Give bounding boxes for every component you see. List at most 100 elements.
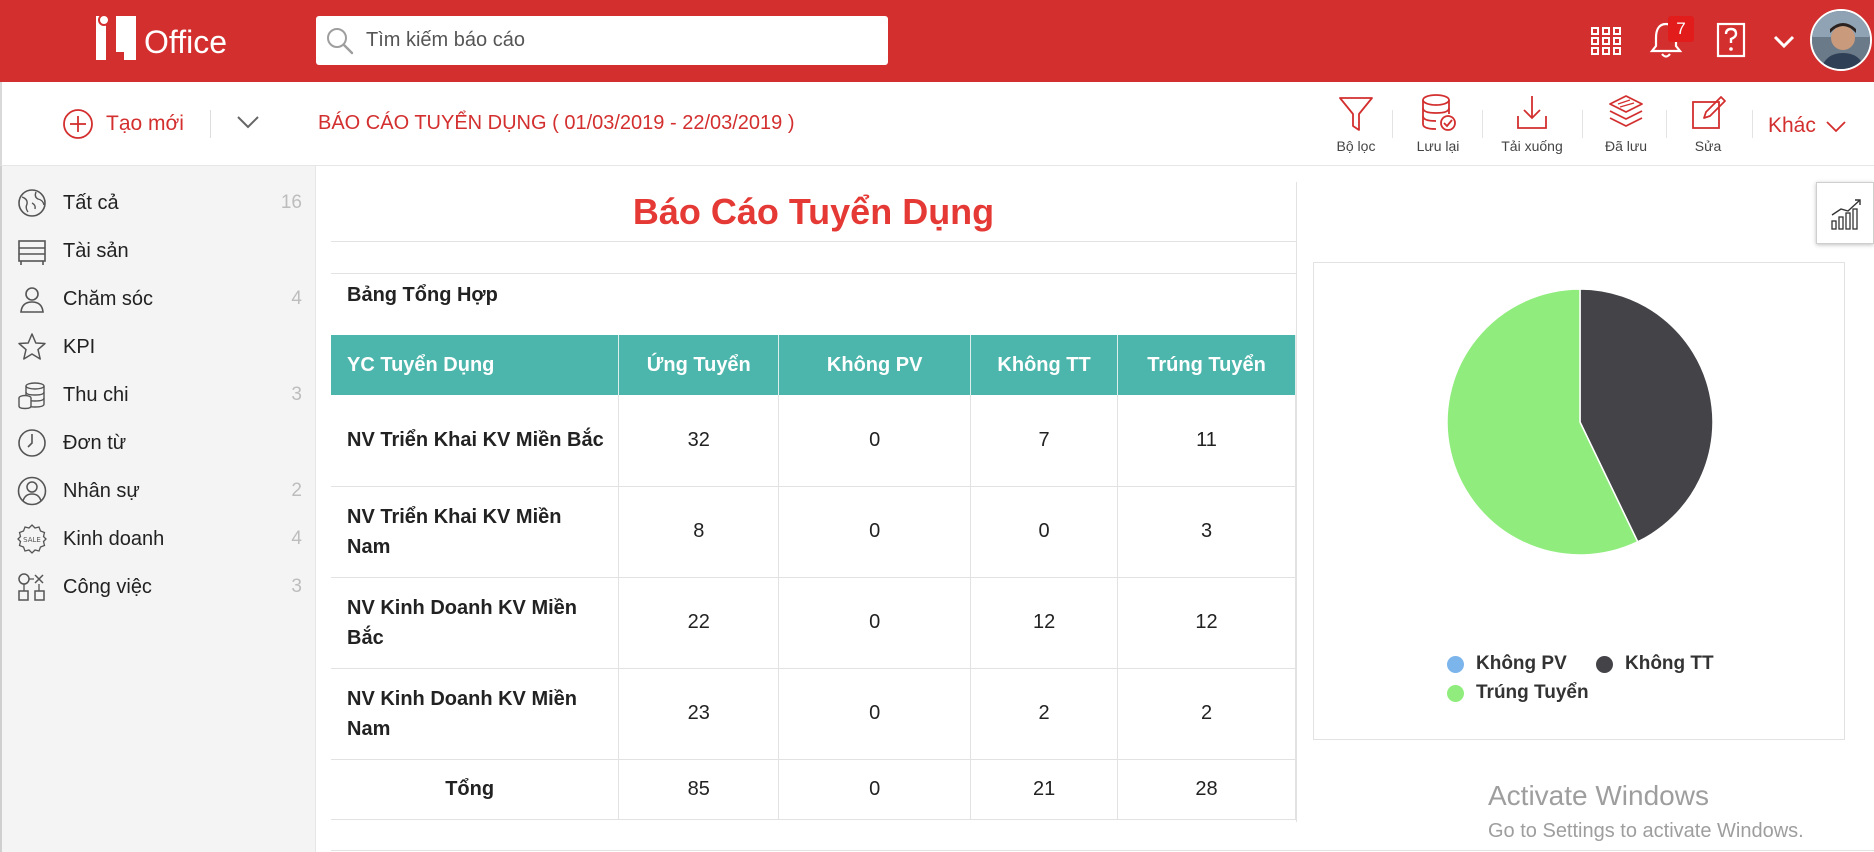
total-not-passed-cell: 21 <box>970 759 1119 820</box>
position-cell: NV Kinh Doanh KV Miền Bắc <box>331 577 620 669</box>
legend-dot <box>1447 684 1464 702</box>
layers-icon <box>1609 95 1643 127</box>
column-header[interactable]: Trúng Tuyển <box>1117 335 1296 395</box>
no-interview-cell: 0 <box>778 395 972 487</box>
download-button[interactable]: Tải xuống <box>1490 92 1574 162</box>
search-icon <box>327 28 354 55</box>
database-save-icon <box>1422 94 1456 131</box>
report-heading-row: Báo Cáo Tuyển Dụng <box>331 182 1296 242</box>
notification-badge: 7 <box>1668 16 1694 42</box>
download-label: Tải xuống <box>1501 138 1563 154</box>
apps-grid-icon[interactable] <box>1586 18 1626 62</box>
sidebar-item-requests[interactable]: Đơn từ <box>2 419 314 467</box>
column-header[interactable]: Không PV <box>778 335 972 395</box>
sidebar-item-kpi[interactable]: KPI <box>2 323 314 371</box>
legend-item-not-passed[interactable]: Không TT <box>1596 653 1714 675</box>
globe-icon <box>18 189 46 217</box>
pie-chart-panel: Không PV Không TT Trúng Tuyển <box>1313 262 1845 740</box>
hired-cell: 3 <box>1117 486 1296 578</box>
app-root: Office 7 <box>0 0 1874 852</box>
column-header[interactable]: Ứng Tuyển <box>618 335 780 395</box>
toolbar-divider <box>210 110 211 138</box>
logo-mark-icon <box>96 14 136 60</box>
table-row: NV Kinh Doanh KV Miền Nam 23 0 2 2 <box>331 668 1296 760</box>
hired-cell: 2 <box>1117 668 1296 760</box>
sidebar-item-count: 4 <box>291 288 302 309</box>
not-passed-cell: 0 <box>970 486 1119 578</box>
summary-table: YC Tuyển Dụng Ứng Tuyển Không PV Không T… <box>331 335 1296 820</box>
coins-icon <box>18 382 45 410</box>
help-icon[interactable] <box>1710 18 1750 62</box>
filter-icon <box>1339 97 1373 131</box>
total-no-interview-cell: 0 <box>778 759 972 820</box>
sidebar-item-finance[interactable]: Thu chi 3 <box>2 371 314 419</box>
chart-toggle-button[interactable] <box>1816 182 1874 244</box>
save-button[interactable]: Lưu lại <box>1396 92 1480 162</box>
sidebar-item-count: 2 <box>291 480 302 501</box>
table-row: NV Triển Khai KV Miền Bắc 32 0 7 11 <box>331 395 1296 487</box>
filter-button[interactable]: Bộ lọc <box>1314 92 1398 162</box>
sidebar-item-all[interactable]: Tất cả 16 <box>2 179 314 227</box>
hired-cell: 11 <box>1117 395 1296 487</box>
svg-text:SALE: SALE <box>23 536 41 544</box>
column-header[interactable]: YC Tuyển Dụng <box>331 335 620 395</box>
sidebar-item-count: 16 <box>280 192 302 213</box>
sidebar-item-label: Tài sản <box>63 239 129 262</box>
hired-cell: 12 <box>1117 577 1296 669</box>
position-cell: NV Kinh Doanh KV Miền Nam <box>331 668 620 760</box>
sidebar-item-assets[interactable]: Tài sản <box>2 227 314 275</box>
sidebar-item-count: 3 <box>291 576 302 597</box>
summary-section-header: Bảng Tổng Hợp <box>331 273 1296 317</box>
bar-chart-icon <box>1831 199 1861 230</box>
logo[interactable]: Office <box>92 8 242 68</box>
top-bar: Office 7 <box>0 0 1874 82</box>
sidebar-item-label: Tất cả <box>63 191 119 214</box>
sidebar-item-count: 4 <box>291 528 302 549</box>
no-interview-cell: 0 <box>778 668 972 760</box>
pie-chart <box>1446 288 1714 556</box>
sidebar-item-label: Nhân sự <box>63 479 140 502</box>
search-input[interactable] <box>366 24 876 56</box>
sale-badge-icon: SALE <box>17 524 47 554</box>
more-menu-button[interactable]: Khác <box>1768 112 1850 140</box>
sidebar-item-customer-care[interactable]: Chăm sóc 4 <box>2 275 314 323</box>
edit-label: Sửa <box>1694 138 1722 154</box>
legend-label: Trúng Tuyển <box>1476 682 1589 703</box>
avatar-image <box>1812 11 1870 69</box>
account-chevron-down-icon[interactable] <box>1768 26 1800 58</box>
toolbar-divider <box>1752 110 1753 138</box>
bottom-divider <box>331 850 1874 851</box>
no-interview-cell: 0 <box>778 486 972 578</box>
legend-label: Không PV <box>1476 653 1567 674</box>
report-divider <box>1296 182 1297 822</box>
chevron-down-icon[interactable] <box>232 106 264 138</box>
create-new-button[interactable]: Tạo mới <box>62 104 184 144</box>
legend-item-hired[interactable]: Trúng Tuyển <box>1447 682 1589 704</box>
not-passed-cell: 2 <box>970 668 1119 760</box>
download-icon <box>1517 96 1547 129</box>
applied-cell: 32 <box>618 395 780 487</box>
table-row: NV Triển Khai KV Miền Nam 8 0 0 3 <box>331 486 1296 578</box>
legend-label: Không TT <box>1625 653 1714 674</box>
plus-circle-icon <box>63 109 93 139</box>
sidebar-item-tasks[interactable]: Công việc 3 <box>2 563 314 611</box>
table-header-row: YC Tuyển Dụng Ứng Tuyển Không PV Không T… <box>331 335 1296 395</box>
avatar[interactable] <box>1810 9 1872 71</box>
total-applied-cell: 85 <box>618 759 780 820</box>
sidebar-item-sales[interactable]: SALE Kinh doanh 4 <box>2 515 314 563</box>
column-header[interactable]: Không TT <box>970 335 1119 395</box>
not-passed-cell: 7 <box>970 395 1119 487</box>
edit-icon <box>1692 96 1726 129</box>
edit-button[interactable]: Sửa <box>1666 92 1750 162</box>
sidebar-item-hr[interactable]: Nhân sự 2 <box>2 467 314 515</box>
applied-cell: 23 <box>618 668 780 760</box>
activation-watermark-title: Activate Windows <box>1488 780 1709 811</box>
total-hired-cell: 28 <box>1117 759 1296 820</box>
sidebar-item-count: 3 <box>291 384 302 405</box>
applied-cell: 8 <box>618 486 780 578</box>
legend-item-no-interview[interactable]: Không PV <box>1447 653 1567 675</box>
no-interview-cell: 0 <box>778 577 972 669</box>
total-row: Tổng 85 0 21 28 <box>331 759 1296 820</box>
saved-reports-button[interactable]: Đã lưu <box>1584 92 1668 162</box>
search-box <box>316 16 888 65</box>
